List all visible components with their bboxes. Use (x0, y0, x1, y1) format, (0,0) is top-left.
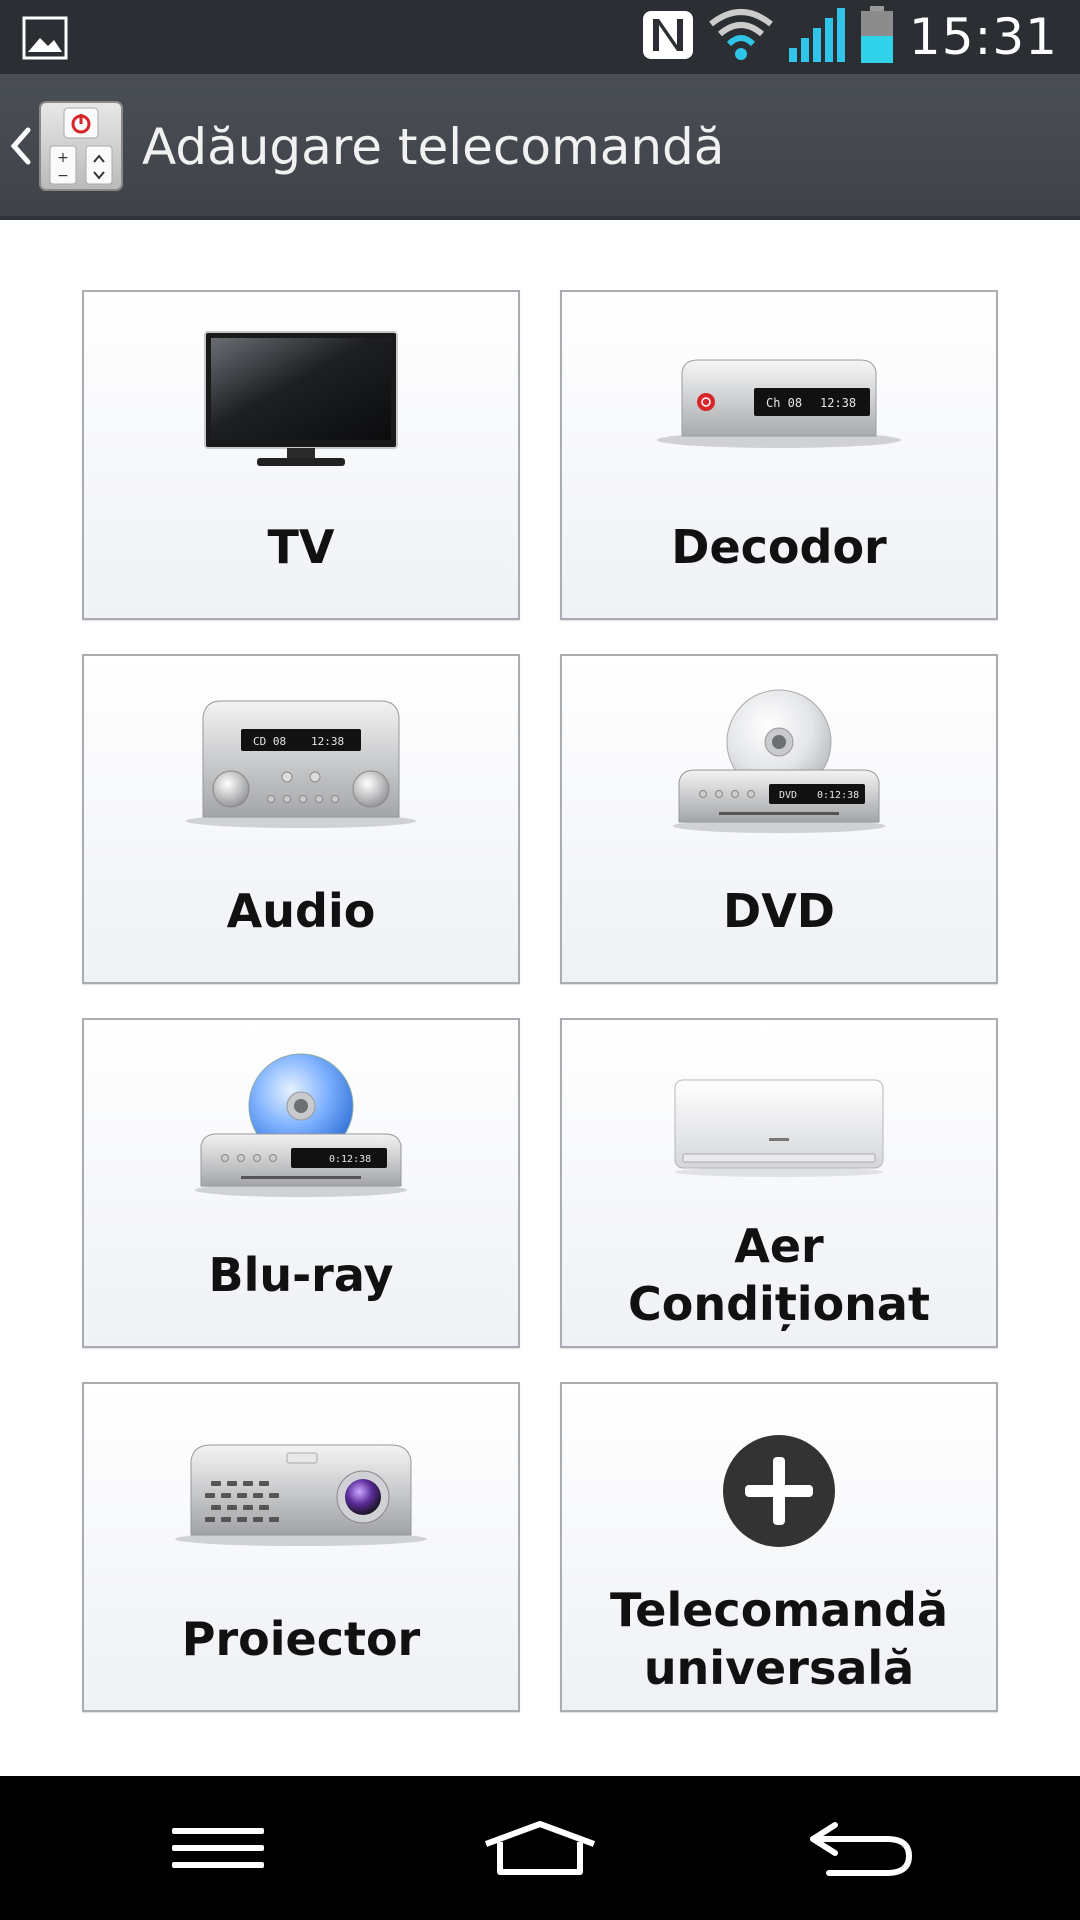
tile-tv[interactable]: TV (82, 290, 520, 620)
decoder-channel: Ch 08 (766, 396, 802, 410)
tile-label-line: Telecomandă (610, 1583, 948, 1637)
tile-air-conditioner[interactable]: Aer Condiționat (560, 1018, 998, 1348)
decoder-clock: 12:38 (820, 396, 856, 410)
tile-universal-remote[interactable]: Telecomandă universală (560, 1382, 998, 1712)
svg-text:−: − (57, 168, 69, 184)
tile-label-line: universală (643, 1641, 915, 1695)
tile-label: Aer Condiționat (572, 1219, 986, 1331)
decoder-icon: Ch 08 12:38 (562, 314, 996, 484)
status-time: 15:31 (908, 8, 1058, 66)
tile-audio[interactable]: CD 08 12:38 Audio (82, 654, 520, 984)
tile-decoder[interactable]: Ch 08 12:38 Decodor (560, 290, 998, 620)
tile-label: Blu-ray (208, 1248, 394, 1302)
audio-track: CD 08 (253, 735, 286, 748)
dvd-mode: DVD (779, 790, 797, 801)
audio-clock: 12:38 (311, 735, 344, 748)
battery-icon (859, 6, 895, 68)
back-icon[interactable] (760, 1776, 960, 1920)
bluray-clock: 0:12:38 (329, 1154, 371, 1165)
projector-icon (84, 1406, 518, 1576)
tile-label: DVD (723, 884, 835, 938)
remote-app-icon[interactable]: + − (38, 100, 124, 192)
bluray-icon: 0:12:38 (84, 1042, 518, 1212)
tile-label-line: Condiționat (628, 1277, 930, 1331)
up-navigation-chevron-icon[interactable] (8, 124, 32, 168)
tile-label: Telecomandă universală (572, 1583, 986, 1695)
tile-label: Decodor (671, 520, 887, 574)
navigation-bar (0, 1776, 1080, 1920)
svg-text:+: + (57, 150, 69, 166)
air-conditioner-icon (562, 1042, 996, 1212)
signal-icon (787, 6, 845, 68)
tile-label: Audio (226, 884, 376, 938)
tile-bluray[interactable]: 0:12:38 Blu-ray (82, 1018, 520, 1348)
page-title: Adăugare telecomandă (142, 118, 725, 176)
audio-icon: CD 08 12:38 (84, 678, 518, 848)
wifi-icon (709, 8, 773, 66)
dvd-icon: DVD 0:12:38 (562, 678, 996, 848)
action-bar: + − Adăugare telecomandă (0, 74, 1080, 220)
tile-label-line: Aer (734, 1219, 824, 1273)
tile-projector[interactable]: Proiector (82, 1382, 520, 1712)
tile-label: Proiector (181, 1612, 421, 1666)
plus-icon (562, 1406, 996, 1576)
tile-label: TV (267, 520, 335, 574)
menu-icon[interactable] (118, 1776, 318, 1920)
nfc-icon (641, 9, 695, 65)
tile-dvd[interactable]: DVD 0:12:38 DVD (560, 654, 998, 984)
status-bar: 15:31 (0, 0, 1080, 74)
gallery-icon (22, 16, 68, 60)
dvd-clock: 0:12:38 (817, 790, 859, 801)
tv-icon (84, 314, 518, 484)
home-icon[interactable] (440, 1776, 640, 1920)
